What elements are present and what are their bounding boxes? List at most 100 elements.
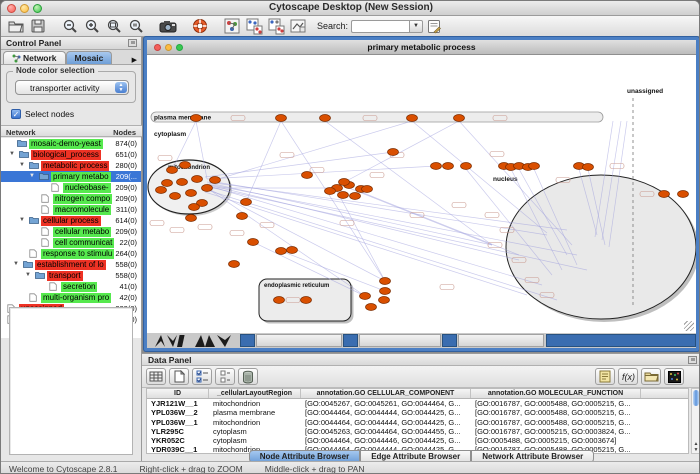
minimized-window-2[interactable] bbox=[359, 334, 441, 347]
graph-node[interactable] bbox=[380, 278, 391, 285]
graph-node[interactable] bbox=[380, 288, 391, 295]
node-color-dropdown[interactable]: transporter activity ▲▼ bbox=[15, 80, 129, 95]
graph-node[interactable] bbox=[678, 191, 689, 198]
tree-row[interactable]: multi-organism pro42(0) bbox=[1, 292, 141, 303]
graph-node[interactable] bbox=[388, 149, 399, 156]
minimized-window-icon[interactable] bbox=[343, 334, 358, 347]
create-view-2-icon[interactable] bbox=[266, 17, 286, 35]
zoom-in-icon[interactable] bbox=[82, 17, 102, 35]
graph-node[interactable] bbox=[379, 297, 390, 304]
expander-icon[interactable]: ▼ bbox=[13, 261, 19, 267]
save-session-icon[interactable] bbox=[28, 17, 48, 35]
graph-node[interactable] bbox=[167, 167, 178, 174]
unselect-attributes-icon[interactable] bbox=[215, 368, 235, 385]
graph-node[interactable] bbox=[274, 297, 285, 304]
column-header[interactable]: _cellularLayoutRegion bbox=[209, 389, 301, 398]
tree-item-label[interactable]: macromolecule bbox=[53, 205, 111, 215]
minimized-window-icon[interactable] bbox=[240, 334, 255, 347]
tree-row[interactable]: ▼metabolic process280(0) bbox=[1, 160, 141, 171]
graph-node[interactable] bbox=[350, 193, 361, 200]
help-lifering-icon[interactable] bbox=[190, 17, 210, 35]
notes-icon[interactable] bbox=[595, 368, 615, 385]
graph-node[interactable] bbox=[443, 163, 454, 170]
snapshot-camera-icon[interactable] bbox=[158, 17, 178, 35]
table-row[interactable]: YPL036W__2plasma membrane[GO:0044464, GO… bbox=[147, 408, 688, 417]
graph-node[interactable] bbox=[237, 213, 248, 220]
tree-item-label[interactable]: secretion bbox=[61, 282, 97, 292]
tree-row[interactable]: nitrogen compo209(0) bbox=[1, 193, 141, 204]
graph-node[interactable] bbox=[180, 162, 191, 169]
select-nodes-checkbox[interactable]: ✓ bbox=[11, 109, 21, 119]
expander-icon[interactable]: ▼ bbox=[25, 272, 31, 278]
new-attribute-icon[interactable] bbox=[169, 368, 189, 385]
network-overview-icon[interactable] bbox=[222, 17, 242, 35]
search-dropdown-icon[interactable]: ▼ bbox=[409, 20, 423, 33]
tree-row[interactable]: response to stimulu264(0) bbox=[1, 248, 141, 259]
annotate-page-icon[interactable] bbox=[424, 17, 444, 35]
tree-item-label[interactable]: cellular process bbox=[41, 216, 101, 226]
graph-node[interactable] bbox=[287, 247, 298, 254]
tree-item-label[interactable]: multi-organism pro bbox=[41, 293, 111, 303]
expander-icon[interactable]: ▼ bbox=[19, 217, 25, 223]
zoom-out-icon[interactable] bbox=[60, 17, 80, 35]
graph-node[interactable] bbox=[177, 179, 188, 186]
tree-row[interactable]: ▼transport558(0) bbox=[1, 270, 141, 281]
vizmapper-icon[interactable] bbox=[288, 17, 308, 35]
attribute-table[interactable]: ID_cellularLayoutRegionannotation.GO CEL… bbox=[146, 388, 689, 454]
column-header[interactable]: ID bbox=[147, 389, 209, 398]
create-view-1-icon[interactable] bbox=[244, 17, 264, 35]
graph-node[interactable] bbox=[210, 177, 221, 184]
column-header[interactable]: annotation.GO MOLECULAR_FUNCTION bbox=[471, 389, 641, 398]
graph-node[interactable] bbox=[302, 172, 313, 179]
minimized-window-bar[interactable] bbox=[546, 334, 696, 347]
delete-attribute-icon[interactable] bbox=[238, 368, 258, 385]
tree-row[interactable]: cell communicat22(0) bbox=[1, 237, 141, 248]
open-session-icon[interactable] bbox=[6, 17, 26, 35]
graph-node[interactable] bbox=[162, 180, 173, 187]
tree-item-label[interactable]: metabolic process bbox=[41, 161, 109, 171]
graph-node[interactable] bbox=[189, 204, 200, 211]
expander-icon[interactable]: ▼ bbox=[9, 151, 15, 157]
table-row[interactable]: YLR295Ccytoplasm[GO:0045263, GO:0044464,… bbox=[147, 427, 688, 436]
tab-network[interactable]: Network bbox=[3, 51, 66, 64]
tab-mosaic[interactable]: Mosaic bbox=[66, 51, 113, 64]
graph-node[interactable] bbox=[407, 115, 418, 122]
network-window-titlebar[interactable]: primary metabolic process bbox=[147, 40, 696, 55]
graph-node[interactable] bbox=[338, 192, 349, 199]
graph-edge[interactable] bbox=[412, 121, 547, 233]
graph-node[interactable] bbox=[360, 293, 371, 300]
tab-overflow-arrow-icon[interactable]: ▶ bbox=[132, 56, 139, 64]
tree-item-label[interactable]: cell communicat bbox=[53, 238, 114, 248]
minimized-window-3[interactable] bbox=[458, 334, 544, 347]
minimized-window-icon[interactable] bbox=[442, 334, 457, 347]
zoom-fit-icon[interactable] bbox=[104, 17, 124, 35]
tree-row[interactable]: secretion41(0) bbox=[1, 281, 141, 292]
graph-edge[interactable] bbox=[205, 152, 393, 177]
graph-node[interactable] bbox=[320, 115, 331, 122]
import-folder-icon[interactable] bbox=[641, 368, 661, 385]
tree-item-label[interactable]: biological_process bbox=[31, 150, 101, 160]
graph-node[interactable] bbox=[191, 115, 202, 122]
graph-node[interactable] bbox=[366, 304, 377, 311]
network-graph[interactable]: plasma membranecytoplasmnucleusmitochond… bbox=[147, 55, 696, 333]
resize-grip-icon[interactable] bbox=[684, 321, 694, 331]
graph-node[interactable] bbox=[156, 187, 167, 194]
graph-node[interactable] bbox=[529, 163, 540, 170]
tree-item-label[interactable]: response to stimulu bbox=[41, 249, 114, 259]
tree-item-label[interactable]: cellular metabo bbox=[53, 227, 111, 237]
graph-node[interactable] bbox=[186, 190, 197, 197]
tree-item-label[interactable]: mosaic-demo-yeast bbox=[29, 139, 103, 149]
graph-node[interactable] bbox=[276, 115, 287, 122]
graph-node[interactable] bbox=[659, 191, 670, 198]
graph-node[interactable] bbox=[454, 115, 465, 122]
function-builder-icon[interactable]: f(x) bbox=[618, 368, 638, 385]
tree-row[interactable]: nucleobase-209(0) bbox=[1, 182, 141, 193]
matrix-icon[interactable] bbox=[664, 368, 684, 385]
graph-node[interactable] bbox=[202, 185, 213, 192]
graph-node[interactable] bbox=[362, 186, 373, 193]
network-canvas[interactable]: plasma membranecytoplasmnucleusmitochond… bbox=[147, 55, 696, 333]
tree-row[interactable]: ▼biological_process651(0) bbox=[1, 149, 141, 160]
expander-icon[interactable]: ▼ bbox=[19, 162, 25, 168]
table-scrollbar[interactable]: ▲▼ bbox=[691, 388, 700, 454]
select-attributes-icon[interactable] bbox=[192, 368, 212, 385]
